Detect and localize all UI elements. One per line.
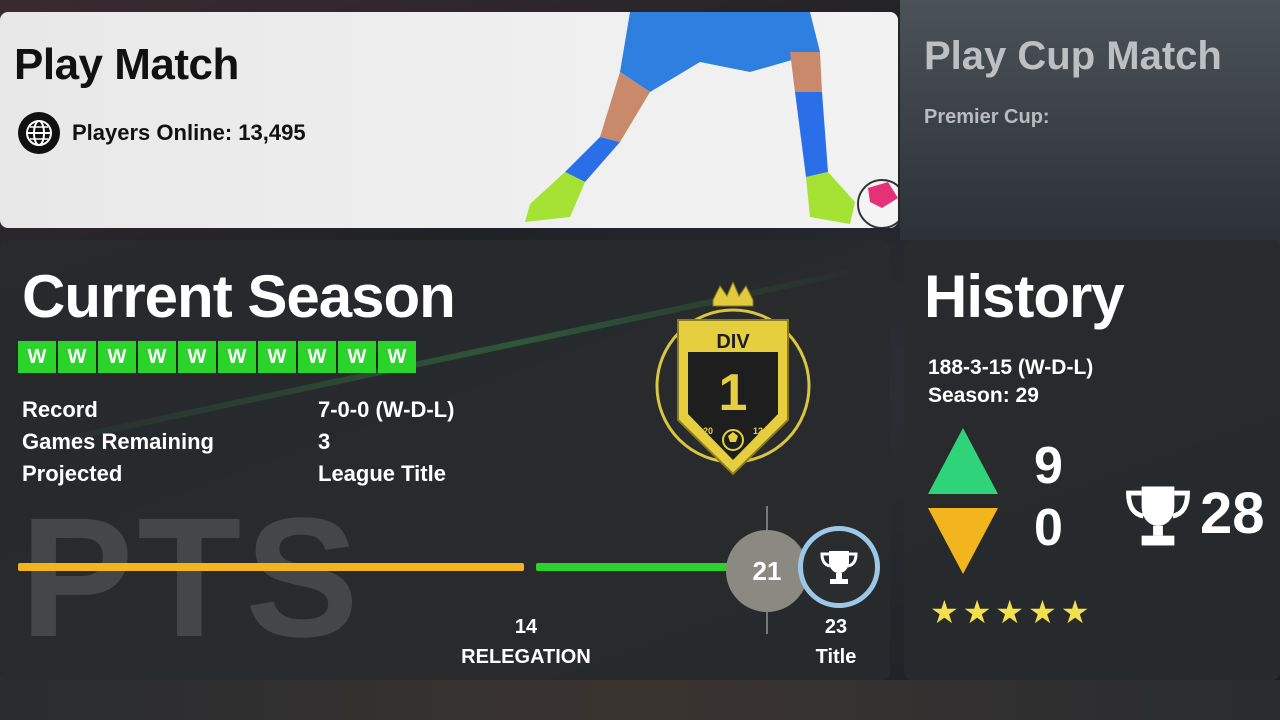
play-match-card[interactable]: Play Match Players Online: 13,495 [0,12,898,228]
division-badge: DIV 1 20 12 [655,282,811,476]
promotions-count: 9 [1034,437,1063,495]
stat-label: Games Remaining [22,429,214,454]
star-icon: ★ [995,594,1025,630]
form-result: W [258,341,296,373]
down-arrow-icon [928,508,998,574]
season-stats: Record 7-0-0 (W-D-L) Games Remaining 3 P… [22,394,454,490]
history-season: Season: 29 [928,384,1039,407]
badge-div-number: 1 [719,364,748,422]
play-match-title: Play Match [14,40,239,89]
stat-value: 3 [318,429,331,454]
form-result: W [298,341,336,373]
title-target-circle [798,526,880,608]
badge-year-left: 20 [703,426,713,436]
form-result: W [98,341,136,373]
progress-bar [536,563,732,571]
stat-row-record: Record 7-0-0 (W-D-L) [22,394,454,426]
relegation-label: RELEGATION [461,646,591,668]
badge-year-right: 12 [753,426,763,436]
players-online-text: Players Online: 13,495 [72,120,306,145]
badge-div-label: DIV [716,331,750,353]
play-cup-match-title[interactable]: Play Cup Match [924,34,1222,79]
relegations-count: 0 [1034,499,1063,557]
stat-value: League Title [318,461,446,486]
trophy-icon [820,551,858,584]
form-result: W [218,341,256,373]
form-guide: W W W W W W W W W W [18,341,416,373]
relegation-points: 14 [514,616,538,638]
stat-row-games-remaining: Games Remaining 3 [22,426,454,458]
star-icon: ★ [1060,594,1090,630]
stat-label: Record [22,397,98,422]
pts-watermark: PTS [20,483,363,673]
star-icon: ★ [1028,594,1057,630]
crown-icon [712,282,754,307]
star-icon: ★ [930,594,959,630]
stat-value: 7-0-0 (W-D-L) [318,397,455,422]
star-icon: ★ [962,594,992,630]
history-record: 188-3-15 (W-D-L) [928,356,1094,379]
globe-icon [18,112,60,154]
player-illustration [525,12,898,228]
title-points: 23 [824,616,848,638]
season-title: Current Season [22,263,456,330]
stat-label: Projected [22,461,123,486]
form-result: W [338,341,376,373]
history-title: History [924,263,1125,330]
form-result: W [178,341,216,373]
title-label: Title [815,646,857,668]
trophy-icon [1126,486,1190,546]
form-result: W [138,341,176,373]
relegation-zone-bar [18,563,524,571]
form-result: W [18,341,56,373]
form-result: W [58,341,96,373]
star-rating: ★ ★ ★ ★ ★ [930,596,1089,628]
history-panel[interactable]: History 188-3-15 (W-D-L) Season: 29 9 0 … [904,240,1280,680]
current-points: 21 [726,530,808,612]
up-arrow-icon [928,428,998,494]
history-record-block: 188-3-15 (W-D-L) Season: 29 [928,354,1093,410]
premier-cup-label: Premier Cup: [924,106,1050,128]
form-result: W [378,341,416,373]
players-online-row: Players Online: 13,495 [18,112,306,154]
bottom-strip [0,680,1280,720]
current-season-panel[interactable]: PTS Current Season W W W W W W W W W W R… [0,240,890,680]
titles-count: 28 [1200,481,1265,546]
stat-row-projected: Projected League Title [22,458,454,490]
